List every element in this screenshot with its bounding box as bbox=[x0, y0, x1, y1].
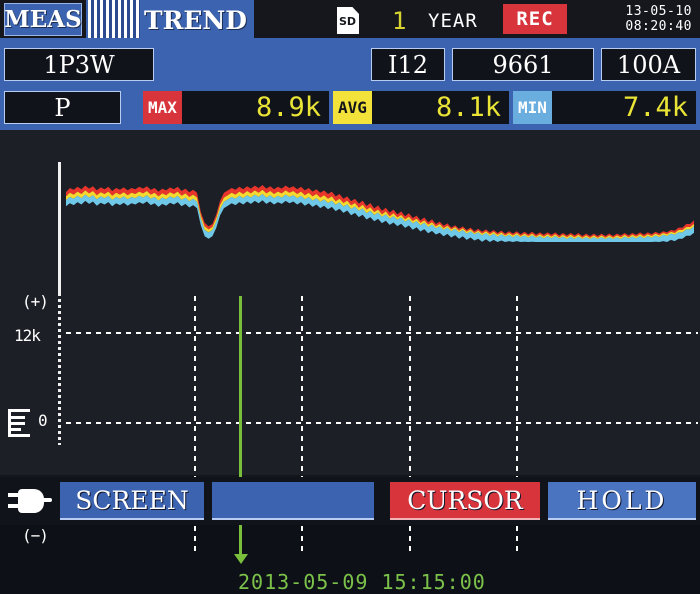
wiring-mode-field[interactable]: 1P3W bbox=[4, 48, 154, 81]
tab-trend[interactable]: TREND bbox=[86, 0, 254, 40]
stats-row: P MAX 8.9k AVG 8.1k MIN 7.4k bbox=[0, 86, 700, 130]
y-axis-top-label: 12k bbox=[14, 326, 40, 345]
stat-max-value: 8.9k bbox=[182, 91, 329, 124]
rec-badge-label: REC bbox=[516, 8, 553, 30]
clock: 13-05-10 08:20:40 bbox=[625, 4, 692, 34]
blank-button[interactable] bbox=[212, 482, 374, 520]
power-plug-icon bbox=[8, 489, 52, 513]
trend-graph[interactable]: (+) 12k 0 12k (−) 2013-05-09 15:15:00 bbox=[0, 130, 700, 475]
screen-button[interactable]: SCREEN bbox=[60, 482, 204, 520]
stat-max: MAX 8.9k bbox=[143, 91, 329, 124]
y-axis-plus-sign: (+) bbox=[22, 292, 48, 311]
cursor-triangle-icon bbox=[234, 554, 248, 564]
settings-row: 1P3W I12 9661 100A bbox=[0, 42, 700, 86]
y-axis-zero-label: 0 bbox=[38, 411, 47, 430]
stat-avg-label: AVG bbox=[333, 91, 372, 124]
parameter-field[interactable]: P bbox=[4, 91, 121, 124]
rec-status-badge: REC bbox=[503, 4, 567, 34]
stripes-icon bbox=[88, 0, 140, 40]
tab-trend-label: TREND bbox=[144, 6, 247, 35]
sd-icon-label: SD bbox=[339, 15, 359, 28]
channel-field[interactable]: I12 bbox=[371, 48, 445, 81]
instrument-screen: MEAS TREND SD 1 YEAR REC 13-05-10 08:20:… bbox=[0, 0, 700, 525]
stat-min: MIN 7.4k bbox=[513, 91, 696, 124]
stat-min-label: MIN bbox=[513, 91, 552, 124]
clock-time: 08:20:40 bbox=[625, 19, 692, 34]
tab-meas[interactable]: MEAS bbox=[4, 3, 82, 36]
trend-traces bbox=[66, 170, 694, 430]
header-bar: MEAS TREND SD 1 YEAR REC 13-05-10 08:20:… bbox=[0, 0, 700, 42]
clock-date: 13-05-10 bbox=[625, 4, 692, 19]
stat-max-label: MAX bbox=[143, 91, 182, 124]
range-scale-icon bbox=[8, 409, 34, 437]
y-axis-minus-sign: (−) bbox=[22, 526, 48, 545]
y-axis-line-negative bbox=[58, 293, 61, 445]
bottom-toolbar: SCREEN CURSOR HOLD bbox=[0, 477, 700, 525]
range-field[interactable]: 100A bbox=[601, 48, 696, 81]
interval-label: YEAR bbox=[428, 10, 478, 32]
hold-button[interactable]: HOLD bbox=[548, 482, 696, 520]
cursor-button[interactable]: CURSOR bbox=[390, 482, 540, 520]
value-field[interactable]: 9661 bbox=[452, 48, 594, 81]
tab-meas-label: MEAS bbox=[4, 6, 81, 33]
stat-min-value: 7.4k bbox=[552, 91, 696, 124]
sd-card-icon: SD bbox=[337, 7, 359, 34]
stat-avg-value: 8.1k bbox=[372, 91, 509, 124]
stat-avg: AVG 8.1k bbox=[333, 91, 509, 124]
file-number: 1 bbox=[392, 7, 406, 35]
cursor-timestamp: 2013-05-09 15:15:00 bbox=[238, 570, 486, 594]
